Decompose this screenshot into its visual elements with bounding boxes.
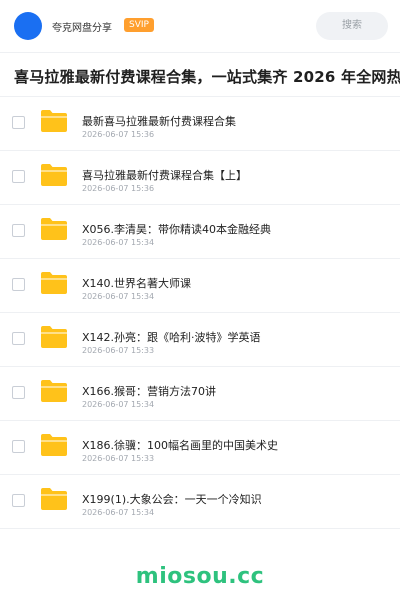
header: 夸克网盘分享 SVIP 搜索	[0, 0, 400, 52]
list-item[interactable]: X166.猴哥：营销方法70讲 2026-06-07 15:34	[0, 367, 400, 421]
checkbox-icon[interactable]	[12, 170, 25, 183]
checkbox-icon[interactable]	[12, 278, 25, 291]
file-name[interactable]: X186.徐骥：100幅名画里的中国美术史	[82, 437, 278, 453]
folder-icon	[41, 272, 67, 294]
folder-icon	[41, 380, 67, 402]
folder-icon	[41, 218, 67, 240]
list-item[interactable]: X199(1).大象公会：一天一个冷知识 2026-06-07 15:34	[0, 475, 400, 529]
folder-icon	[41, 488, 67, 510]
file-name[interactable]: 最新喜马拉雅最新付费课程合集	[82, 113, 236, 129]
title-row: 喜马拉雅最新付费课程合集，一站式集齐 2026 年全网热门	[0, 53, 400, 97]
file-time: 2026-06-07 15:34	[82, 508, 155, 517]
folder-icon	[41, 326, 67, 348]
list-item[interactable]: X140.世界名著大师课 2026-06-07 15:34	[0, 259, 400, 313]
file-list: 最新喜马拉雅最新付费课程合集 2026-06-07 15:36 喜马拉雅最新付费…	[0, 97, 400, 529]
user-name[interactable]: 夸克网盘分享	[52, 19, 112, 34]
list-item[interactable]: X142.孙亮：跟《哈利·波特》学英语 2026-06-07 15:33	[0, 313, 400, 367]
file-name[interactable]: X140.世界名著大师课	[82, 275, 191, 291]
file-name[interactable]: X142.孙亮：跟《哈利·波特》学英语	[82, 329, 261, 345]
svip-badge: SVIP	[124, 18, 154, 32]
list-item[interactable]: 喜马拉雅最新付费课程合集【上】 2026-06-07 15:36	[0, 151, 400, 205]
search-button[interactable]: 搜索	[316, 12, 388, 40]
folder-icon	[41, 434, 67, 456]
checkbox-icon[interactable]	[12, 116, 25, 129]
page: 夸克网盘分享 SVIP 搜索 喜马拉雅最新付费课程合集，一站式集齐 2026 年…	[0, 0, 400, 600]
file-time: 2026-06-07 15:34	[82, 400, 155, 409]
page-title: 喜马拉雅最新付费课程合集，一站式集齐 2026 年全网热门	[14, 68, 400, 86]
footer-logo: miosou.cc	[135, 564, 265, 589]
file-name[interactable]: X056.李清昊：带你精读40本金融经典	[82, 221, 271, 237]
file-time: 2026-06-07 15:33	[82, 454, 155, 463]
avatar[interactable]	[14, 12, 42, 40]
file-time: 2026-06-07 15:33	[82, 346, 155, 355]
file-name[interactable]: X166.猴哥：营销方法70讲	[82, 383, 216, 399]
folder-icon	[41, 164, 67, 186]
checkbox-icon[interactable]	[12, 224, 25, 237]
checkbox-icon[interactable]	[12, 386, 25, 399]
file-name[interactable]: X199(1).大象公会：一天一个冷知识	[82, 491, 262, 507]
folder-icon	[41, 110, 67, 132]
file-time: 2026-06-07 15:34	[82, 292, 155, 301]
file-time: 2026-06-07 15:36	[82, 184, 155, 193]
file-time: 2026-06-07 15:36	[82, 130, 155, 139]
checkbox-icon[interactable]	[12, 494, 25, 507]
file-time: 2026-06-07 15:34	[82, 238, 155, 247]
checkbox-icon[interactable]	[12, 440, 25, 453]
file-name[interactable]: 喜马拉雅最新付费课程合集【上】	[82, 167, 247, 183]
list-item[interactable]: 最新喜马拉雅最新付费课程合集 2026-06-07 15:36	[0, 97, 400, 151]
list-item[interactable]: X056.李清昊：带你精读40本金融经典 2026-06-07 15:34	[0, 205, 400, 259]
checkbox-icon[interactable]	[12, 332, 25, 345]
list-item[interactable]: X186.徐骥：100幅名画里的中国美术史 2026-06-07 15:33	[0, 421, 400, 475]
